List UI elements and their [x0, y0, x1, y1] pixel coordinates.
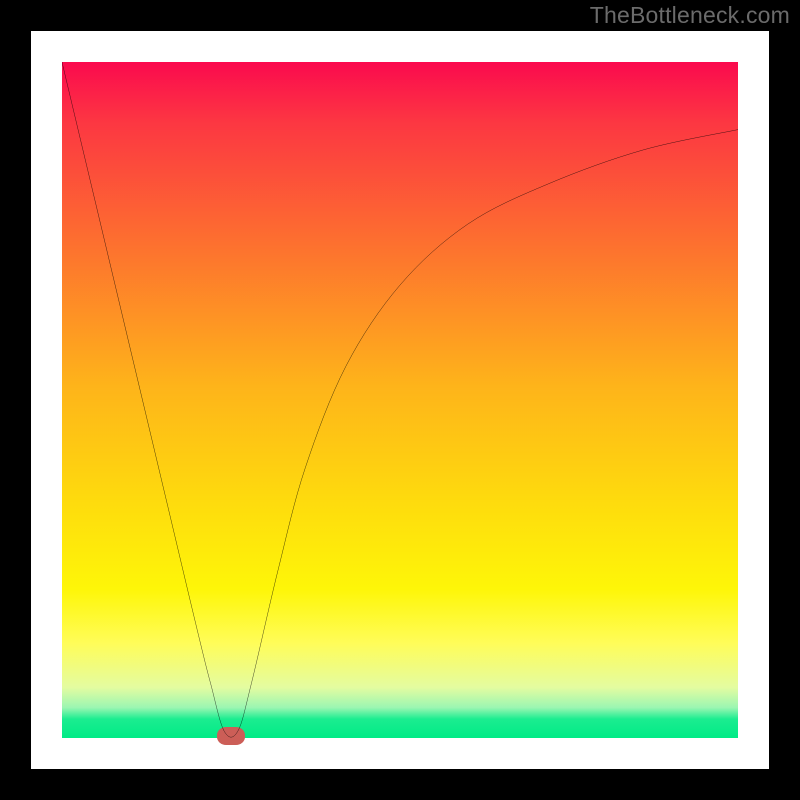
- curve-path: [62, 62, 738, 737]
- bottleneck-curve: [62, 62, 738, 738]
- watermark-text: TheBottleneck.com: [590, 2, 790, 29]
- chart-container: TheBottleneck.com: [0, 0, 800, 800]
